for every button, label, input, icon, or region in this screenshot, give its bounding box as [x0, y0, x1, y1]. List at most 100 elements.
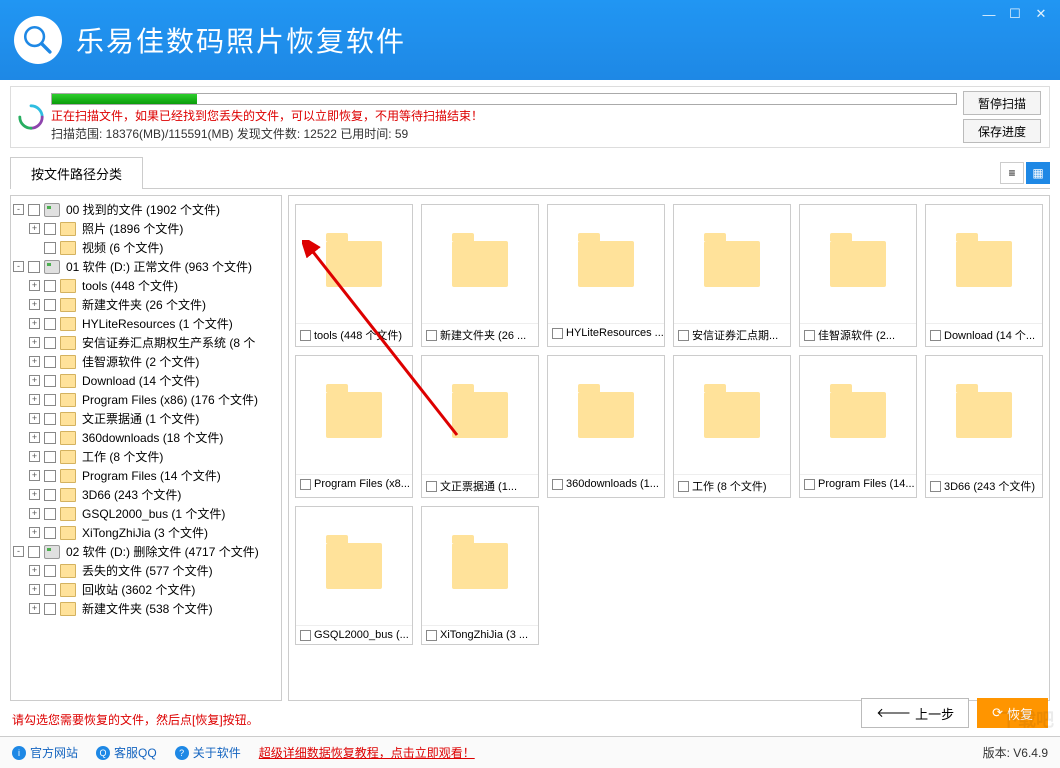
tree-node[interactable]: +文正票据通 (1 个文件) — [13, 409, 279, 428]
thumb-checkbox[interactable] — [930, 330, 941, 341]
tree-node[interactable]: -00 找到的文件 (1902 个文件) — [13, 200, 279, 219]
tree-node[interactable]: +丢失的文件 (577 个文件) — [13, 561, 279, 580]
save-progress-button[interactable]: 保存进度 — [963, 119, 1041, 143]
folder-thumbnail[interactable]: tools (448 个文件) — [295, 204, 413, 347]
tree-expand-toggle[interactable]: + — [29, 280, 40, 291]
tree-expand-toggle[interactable]: - — [13, 546, 24, 557]
tree-node[interactable]: +tools (448 个文件) — [13, 276, 279, 295]
tree-checkbox[interactable] — [44, 584, 56, 596]
tree-expand-toggle[interactable]: - — [13, 261, 24, 272]
tree-checkbox[interactable] — [44, 413, 56, 425]
folder-thumbnail[interactable]: 3D66 (243 个文件) — [925, 355, 1043, 498]
tree-node[interactable]: +新建文件夹 (538 个文件) — [13, 599, 279, 618]
thumb-checkbox[interactable] — [678, 330, 689, 341]
tree-expand-toggle[interactable]: + — [29, 223, 40, 234]
tree-checkbox[interactable] — [44, 337, 56, 349]
tree-checkbox[interactable] — [44, 603, 56, 615]
tree-node[interactable]: +照片 (1896 个文件) — [13, 219, 279, 238]
tree-node[interactable]: +安信证券汇点期权生产系统 (8 个 — [13, 333, 279, 352]
tree-node[interactable]: +HYLiteResources (1 个文件) — [13, 314, 279, 333]
tree-expand-toggle[interactable]: + — [29, 489, 40, 500]
tree-node[interactable]: +回收站 (3602 个文件) — [13, 580, 279, 599]
tree-pane[interactable]: -00 找到的文件 (1902 个文件)+照片 (1896 个文件)视频 (6 … — [10, 195, 282, 701]
about-link[interactable]: ?关于软件 — [175, 744, 241, 761]
thumb-checkbox[interactable] — [300, 630, 311, 641]
tree-node[interactable]: +Download (14 个文件) — [13, 371, 279, 390]
tree-expand-toggle[interactable]: + — [29, 318, 40, 329]
tree-checkbox[interactable] — [28, 546, 40, 558]
pause-scan-button[interactable]: 暂停扫描 — [963, 91, 1041, 115]
tree-node[interactable]: +XiTongZhiJia (3 个文件) — [13, 523, 279, 542]
grid-pane[interactable]: tools (448 个文件)新建文件夹 (26 ...HYLiteResour… — [288, 195, 1050, 701]
tree-expand-toggle[interactable]: - — [13, 204, 24, 215]
tree-checkbox[interactable] — [44, 223, 56, 235]
folder-thumbnail[interactable]: HYLiteResources ... — [547, 204, 665, 347]
tree-expand-toggle[interactable]: + — [29, 565, 40, 576]
thumb-checkbox[interactable] — [804, 330, 815, 341]
tree-expand-toggle[interactable]: + — [29, 603, 40, 614]
tree-node[interactable]: -01 软件 (D:) 正常文件 (963 个文件) — [13, 257, 279, 276]
thumb-checkbox[interactable] — [300, 479, 311, 490]
tree-node[interactable]: +GSQL2000_bus (1 个文件) — [13, 504, 279, 523]
minimize-button[interactable]: — — [976, 4, 1002, 24]
prev-step-button[interactable]: 🡐 上一步 — [861, 698, 969, 728]
tree-expand-toggle[interactable]: + — [29, 451, 40, 462]
thumb-checkbox[interactable] — [930, 481, 941, 492]
tree-expand-toggle[interactable]: + — [29, 356, 40, 367]
tree-checkbox[interactable] — [44, 375, 56, 387]
tree-expand-toggle[interactable]: + — [29, 394, 40, 405]
folder-thumbnail[interactable]: 文正票据通 (1... — [421, 355, 539, 498]
tab-by-path[interactable]: 按文件路径分类 — [10, 157, 143, 189]
folder-thumbnail[interactable]: Program Files (14... — [799, 355, 917, 498]
tree-checkbox[interactable] — [44, 527, 56, 539]
tree-node[interactable]: +佳智源软件 (2 个文件) — [13, 352, 279, 371]
tree-expand-toggle[interactable]: + — [29, 299, 40, 310]
folder-thumbnail[interactable]: Download (14 个... — [925, 204, 1043, 347]
tree-checkbox[interactable] — [44, 432, 56, 444]
close-button[interactable]: ✕ — [1028, 4, 1054, 24]
folder-thumbnail[interactable]: XiTongZhiJia (3 ... — [421, 506, 539, 645]
tree-node[interactable]: -02 软件 (D:) 删除文件 (4717 个文件) — [13, 542, 279, 561]
tutorial-link[interactable]: 超级详细数据恢复教程，点击立即观看！ — [259, 744, 475, 761]
thumb-checkbox[interactable] — [552, 479, 563, 490]
tree-checkbox[interactable] — [28, 204, 40, 216]
tree-checkbox[interactable] — [44, 451, 56, 463]
tree-checkbox[interactable] — [44, 394, 56, 406]
folder-thumbnail[interactable]: Program Files (x8... — [295, 355, 413, 498]
thumb-checkbox[interactable] — [678, 481, 689, 492]
tree-expand-toggle[interactable]: + — [29, 508, 40, 519]
thumb-checkbox[interactable] — [426, 481, 437, 492]
folder-thumbnail[interactable]: 360downloads (1... — [547, 355, 665, 498]
folder-thumbnail[interactable]: GSQL2000_bus (... — [295, 506, 413, 645]
tree-node[interactable]: +360downloads (18 个文件) — [13, 428, 279, 447]
recover-button[interactable]: ⟳ 恢复 — [977, 698, 1048, 728]
maximize-button[interactable]: ☐ — [1002, 4, 1028, 24]
tree-checkbox[interactable] — [44, 356, 56, 368]
official-site-link[interactable]: i官方网站 — [12, 744, 78, 761]
folder-thumbnail[interactable]: 工作 (8 个文件) — [673, 355, 791, 498]
folder-thumbnail[interactable]: 佳智源软件 (2... — [799, 204, 917, 347]
tree-checkbox[interactable] — [28, 261, 40, 273]
tree-node[interactable]: 视频 (6 个文件) — [13, 238, 279, 257]
tree-node[interactable]: +3D66 (243 个文件) — [13, 485, 279, 504]
thumb-checkbox[interactable] — [426, 630, 437, 641]
tree-expand-toggle[interactable]: + — [29, 432, 40, 443]
tree-expand-toggle[interactable]: + — [29, 584, 40, 595]
tree-checkbox[interactable] — [44, 470, 56, 482]
tree-checkbox[interactable] — [44, 242, 56, 254]
folder-thumbnail[interactable]: 新建文件夹 (26 ... — [421, 204, 539, 347]
view-list-button[interactable]: ≡ — [1000, 162, 1024, 184]
tree-node[interactable]: +工作 (8 个文件) — [13, 447, 279, 466]
thumb-checkbox[interactable] — [804, 479, 815, 490]
tree-expand-toggle[interactable]: + — [29, 375, 40, 386]
tree-checkbox[interactable] — [44, 299, 56, 311]
tree-node[interactable]: +新建文件夹 (26 个文件) — [13, 295, 279, 314]
tree-checkbox[interactable] — [44, 565, 56, 577]
thumb-checkbox[interactable] — [426, 330, 437, 341]
tree-node[interactable]: +Program Files (x86) (176 个文件) — [13, 390, 279, 409]
view-grid-button[interactable]: ▦ — [1026, 162, 1050, 184]
tree-expand-toggle[interactable]: + — [29, 527, 40, 538]
tree-expand-toggle[interactable]: + — [29, 413, 40, 424]
tree-expand-toggle[interactable]: + — [29, 337, 40, 348]
tree-checkbox[interactable] — [44, 508, 56, 520]
